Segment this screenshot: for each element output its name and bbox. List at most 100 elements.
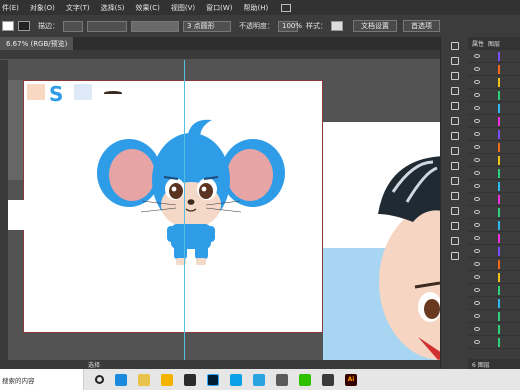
eye-icon[interactable] [474, 314, 480, 318]
taskbar-search-box[interactable]: 搜索的内容 [0, 369, 84, 390]
app-icon[interactable] [322, 373, 334, 386]
eye-icon[interactable] [474, 327, 480, 331]
type-tool-icon[interactable] [450, 102, 459, 110]
brush-definition-select[interactable] [131, 20, 179, 32]
artboard[interactable]: S [23, 80, 323, 333]
eye-icon[interactable] [474, 158, 480, 162]
eye-icon[interactable] [474, 67, 480, 71]
layer-row[interactable] [468, 102, 520, 115]
style-swatch[interactable] [331, 21, 343, 31]
fill-stroke-icon[interactable] [450, 252, 459, 260]
layer-row[interactable] [468, 115, 520, 128]
layer-row[interactable] [468, 206, 520, 219]
eye-icon[interactable] [474, 288, 480, 292]
layer-row[interactable] [468, 193, 520, 206]
workspace-grid-icon[interactable] [281, 3, 292, 12]
horizontal-ruler[interactable] [0, 50, 440, 60]
menu-item-select[interactable]: 选择(S) [101, 3, 125, 13]
eye-icon[interactable] [474, 80, 480, 84]
eye-icon[interactable] [474, 184, 480, 188]
eye-icon[interactable] [474, 301, 480, 305]
layer-row[interactable] [468, 154, 520, 167]
opacity-input[interactable]: 100% [278, 20, 302, 32]
shape-builder-tool-icon[interactable] [450, 132, 459, 140]
preferences-button[interactable]: 首选项 [403, 20, 440, 32]
eye-icon[interactable] [474, 197, 480, 201]
vertical-ruler[interactable] [0, 60, 8, 360]
brush-select[interactable]: 3 点圆形 [183, 20, 231, 32]
eye-icon[interactable] [474, 236, 480, 240]
task-view-icon[interactable] [95, 375, 104, 384]
eye-icon[interactable] [474, 93, 480, 97]
eye-icon[interactable] [474, 340, 480, 344]
layer-row[interactable] [468, 232, 520, 245]
menu-item-edit[interactable]: 件(E) [2, 3, 19, 13]
doc-settings-button[interactable]: 文档设置 [353, 20, 397, 32]
layer-row[interactable] [468, 297, 520, 310]
graph-tool-icon[interactable] [450, 192, 459, 200]
layer-row[interactable] [468, 167, 520, 180]
store-icon[interactable] [184, 373, 196, 386]
layer-row[interactable] [468, 284, 520, 297]
tab-layers[interactable]: 图层 [488, 39, 500, 48]
eye-icon[interactable] [474, 262, 480, 266]
media-app-icon[interactable] [276, 373, 288, 386]
layer-row[interactable] [468, 76, 520, 89]
layer-row[interactable] [468, 180, 520, 193]
layer-row[interactable] [468, 141, 520, 154]
menu-item-effect[interactable]: 效果(C) [136, 3, 160, 13]
browser-app-icon[interactable] [230, 373, 242, 386]
eye-icon[interactable] [474, 145, 480, 149]
layer-row[interactable] [468, 336, 520, 349]
artboard-tool-icon[interactable] [450, 207, 459, 215]
menu-item-object[interactable]: 对象(O) [30, 3, 55, 13]
layer-row[interactable] [468, 89, 520, 102]
fill-swatch[interactable] [2, 21, 14, 31]
telegram-icon[interactable] [253, 373, 265, 386]
eye-icon[interactable] [474, 171, 480, 175]
menu-item-view[interactable]: 视图(V) [171, 3, 195, 13]
symbol-tool-icon[interactable] [450, 177, 459, 185]
chrome-browser-icon[interactable] [138, 373, 150, 386]
layer-row[interactable] [468, 245, 520, 258]
layer-row[interactable] [468, 323, 520, 336]
layer-row[interactable] [468, 271, 520, 284]
gradient-tool-icon[interactable] [450, 162, 459, 170]
selection-tool-icon[interactable] [450, 42, 459, 50]
brush-tool-icon[interactable] [450, 117, 459, 125]
eye-icon[interactable] [474, 210, 480, 214]
photoshop-icon[interactable] [207, 373, 219, 386]
menu-item-type[interactable]: 文字(T) [66, 3, 90, 13]
edge-browser-icon[interactable] [115, 373, 127, 386]
pen-tool-icon[interactable] [450, 87, 459, 95]
eye-icon[interactable] [474, 119, 480, 123]
layer-row[interactable] [468, 310, 520, 323]
eye-icon[interactable] [474, 275, 480, 279]
eye-icon[interactable] [474, 106, 480, 110]
layer-row[interactable] [468, 128, 520, 141]
eye-icon[interactable] [474, 223, 480, 227]
tab-properties[interactable]: 属性 [472, 39, 484, 48]
rectangle-tool-icon[interactable] [450, 72, 459, 80]
eye-icon[interactable] [474, 249, 480, 253]
direct-selection-tool-icon[interactable] [450, 57, 459, 65]
menu-item-window[interactable]: 窗口(W) [206, 3, 232, 13]
eye-icon[interactable] [474, 132, 480, 136]
document-tab[interactable]: 6.67% (RGB/预览) [0, 37, 74, 50]
layer-row[interactable] [468, 50, 520, 63]
layer-row[interactable] [468, 219, 520, 232]
eye-icon[interactable] [474, 54, 480, 58]
stroke-swatch[interactable] [18, 21, 30, 31]
canvas-area[interactable]: S [8, 60, 440, 360]
variable-width-select[interactable] [87, 20, 127, 32]
layer-row[interactable] [468, 63, 520, 76]
illustrator-icon[interactable]: Ai [345, 373, 357, 386]
boy-illustration-artboard[interactable] [323, 122, 440, 360]
vertical-guide[interactable] [184, 60, 185, 360]
stroke-weight-input[interactable] [63, 20, 83, 32]
file-explorer-icon[interactable] [161, 373, 173, 386]
hand-tool-icon[interactable] [450, 237, 459, 245]
menu-item-help[interactable]: 帮助(H) [244, 3, 269, 13]
layer-row[interactable] [468, 258, 520, 271]
zoom-tool-icon[interactable] [450, 222, 459, 230]
